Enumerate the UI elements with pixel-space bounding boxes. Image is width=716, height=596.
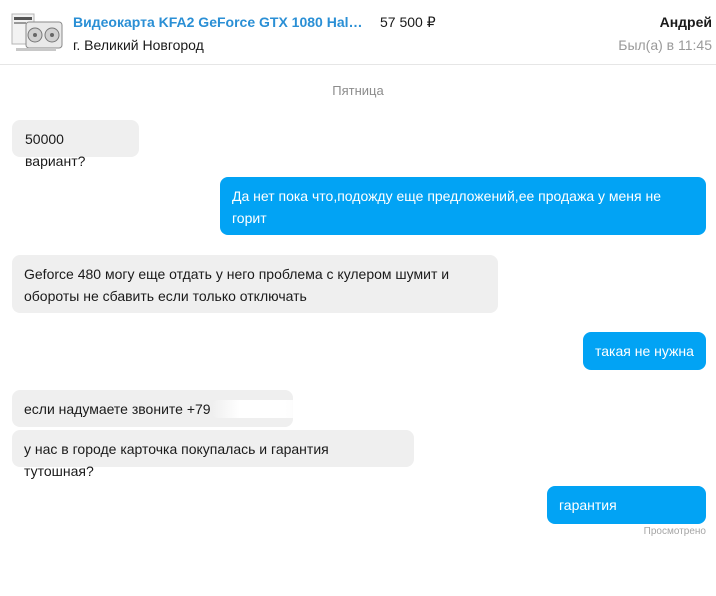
- read-status: Просмотрено: [643, 526, 706, 537]
- message-text: 50000 вариант?: [25, 131, 86, 169]
- item-thumbnail[interactable]: [8, 8, 64, 56]
- message-text: у нас в городе карточка покупалась и гар…: [24, 441, 329, 479]
- last-seen-status: Был(а) в 11:45: [618, 37, 712, 53]
- item-title-link[interactable]: Видеокарта KFA2 GeForce GTX 1080 Hall Of…: [73, 14, 363, 30]
- message-text: такая не нужна: [595, 343, 694, 359]
- message-text: Geforce 480 могу еще отдать у него пробл…: [24, 266, 450, 304]
- item-city: г. Великий Новгород: [73, 37, 204, 53]
- chat-window: Видеокарта KFA2 GeForce GTX 1080 Hall Of…: [0, 0, 716, 596]
- outgoing-message: гарантия местная,да: [547, 486, 706, 535]
- day-separator: Пятница: [332, 83, 384, 98]
- message-text: Да нет пока что,подожду еще предложений,…: [232, 188, 662, 226]
- chat-header: Видеокарта KFA2 GeForce GTX 1080 Hall Of…: [0, 0, 716, 65]
- incoming-message: у нас в городе карточка покупалась и гар…: [12, 430, 414, 479]
- item-price: 57 500 ₽: [380, 14, 436, 30]
- redaction-blur: [212, 400, 304, 418]
- message-text: если надумаете звоните +79: [24, 401, 211, 417]
- outgoing-message: такая не нужна: [583, 332, 706, 370]
- incoming-message: Geforce 480 могу еще отдать у него пробл…: [12, 255, 498, 313]
- incoming-message: если надумаете звоните +79: [12, 390, 304, 427]
- message-text: гарантия местная,да: [559, 497, 633, 535]
- incoming-message: 50000 вариант?: [12, 120, 139, 169]
- graphics-card-icon: [8, 8, 64, 56]
- user-name[interactable]: Андрей: [660, 14, 712, 30]
- outgoing-message: Да нет пока что,подожду еще предложений,…: [220, 177, 706, 235]
